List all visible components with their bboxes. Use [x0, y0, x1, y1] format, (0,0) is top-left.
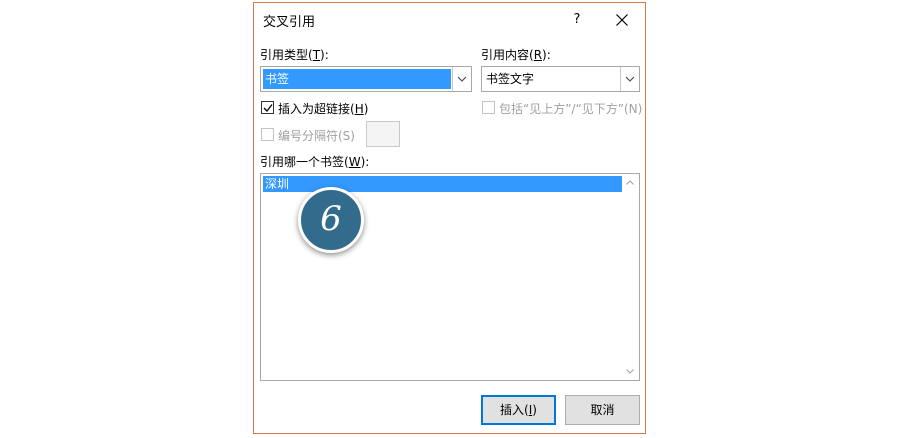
cancel-button[interactable]: 取消: [565, 395, 640, 425]
close-button[interactable]: [609, 7, 635, 33]
separate-numbers-checkbox[interactable]: [261, 128, 274, 141]
chevron-down-icon: [625, 76, 635, 82]
chevron-down-icon: [457, 76, 467, 82]
ref-type-label: 引用类型(T):: [260, 48, 329, 62]
ref-content-label: 引用内容(R):: [481, 48, 551, 62]
separator-input[interactable]: [366, 121, 400, 147]
ref-type-select[interactable]: 书签: [260, 66, 472, 92]
separate-numbers-label: 编号分隔符(S): [278, 129, 355, 143]
insert-hyperlink-checkbox[interactable]: [261, 101, 274, 114]
include-above-below-label: 包括“见上方”/“见下方”(N): [499, 102, 643, 116]
vertical-scrollbar[interactable]: [622, 174, 639, 380]
help-button[interactable]: ?: [564, 7, 590, 33]
dialog-title: 交叉引用: [263, 15, 316, 30]
step-number-badge: 6: [298, 187, 364, 253]
ref-content-select[interactable]: 书签文字: [481, 66, 640, 92]
ref-content-dropdown-arrow[interactable]: [620, 67, 639, 91]
checkmark-icon: [263, 104, 273, 112]
insert-button[interactable]: 插入(I): [481, 395, 556, 425]
ref-content-value: 书签文字: [486, 72, 535, 86]
include-above-below-checkbox[interactable]: [482, 101, 495, 114]
insert-hyperlink-label: 插入为超链接(H): [278, 102, 369, 116]
title-bar: 交叉引用 ?: [254, 3, 645, 35]
ref-type-value: 书签: [263, 69, 451, 89]
close-icon: [616, 14, 628, 26]
scroll-down-icon[interactable]: [626, 369, 634, 374]
scroll-up-icon[interactable]: [626, 180, 634, 185]
bookmark-list-label: 引用哪一个书签(W):: [260, 155, 370, 169]
ref-type-dropdown-arrow[interactable]: [452, 67, 471, 91]
